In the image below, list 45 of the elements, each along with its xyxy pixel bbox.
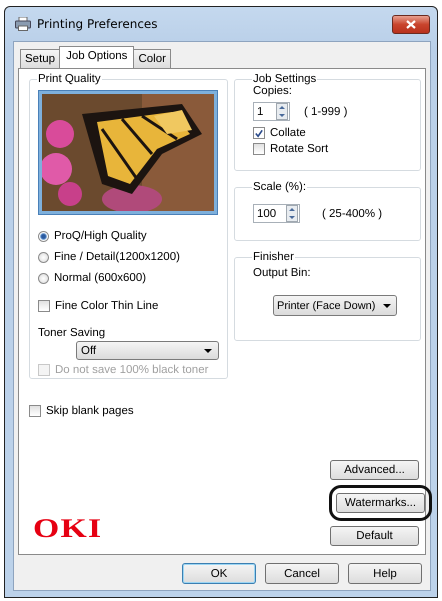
checkbox-option[interactable]: Fine Color Thin Line <box>38 300 219 312</box>
scale-spinner[interactable]: 100 <box>253 204 300 223</box>
checkbox-option[interactable]: Skip blank pages <box>29 405 421 417</box>
window-title: Printing Preferences <box>37 17 159 31</box>
radio-button[interactable] <box>38 252 49 262</box>
checkbox-option[interactable]: Collate <box>253 127 412 139</box>
dialog-button[interactable]: Cancel <box>265 563 339 584</box>
tab[interactable]: Setup <box>20 49 60 68</box>
group-title: Print Quality <box>37 73 102 85</box>
radio-button[interactable] <box>38 230 49 242</box>
dialog-button[interactable]: OK <box>182 563 256 584</box>
checkbox[interactable] <box>38 300 50 312</box>
tab[interactable]: Job Options <box>59 46 134 68</box>
copies-spinner[interactable]: 1 <box>253 102 290 121</box>
group-title: Job Settings <box>252 73 318 85</box>
radio-option[interactable]: Normal (600x600) <box>38 272 219 284</box>
tab[interactable]: Color <box>133 49 171 68</box>
action-button[interactable]: Advanced... <box>330 460 419 480</box>
checkbox-option[interactable]: Rotate Sort <box>253 143 412 155</box>
radio-button[interactable] <box>38 272 49 284</box>
output-bin-dropdown[interactable]: Printer (Face Down) <box>273 295 397 316</box>
dialog-button[interactable]: Help <box>348 563 422 584</box>
close-button[interactable] <box>392 14 430 34</box>
close-icon <box>406 20 416 28</box>
action-button[interactable]: Default <box>330 526 419 546</box>
radio-option[interactable]: Fine / Detail(1200x1200) <box>38 251 219 263</box>
printer-icon <box>15 17 31 31</box>
field-label: Copies: <box>253 85 293 97</box>
logo: OKI <box>33 515 102 542</box>
range-hint: ( 1-999 ) <box>304 106 348 118</box>
caret-icon <box>383 304 391 308</box>
checkbox[interactable] <box>29 405 41 417</box>
field-label: Output Bin: <box>253 267 312 279</box>
caret-icon <box>204 348 212 352</box>
checkbox[interactable] <box>253 143 265 155</box>
radio-option[interactable]: ProQ/High Quality <box>38 230 219 242</box>
checkbox[interactable] <box>253 127 265 139</box>
group-title: Scale (%): <box>252 181 308 193</box>
range-hint: ( 25-400% ) <box>322 208 382 220</box>
action-button[interactable]: Watermarks... <box>336 493 425 513</box>
spin-arrows-icon <box>276 103 288 120</box>
field-label: Toner Saving <box>38 327 106 339</box>
toner-saving-dropdown[interactable]: Off <box>76 341 219 360</box>
spin-arrows-icon <box>286 205 298 222</box>
group-title: Finisher <box>252 251 295 263</box>
